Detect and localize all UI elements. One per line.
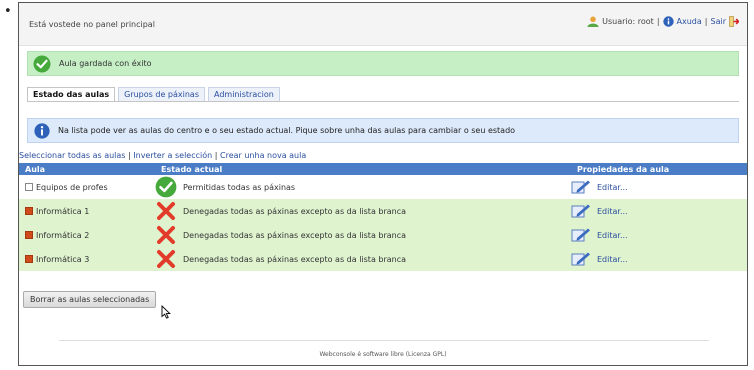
screenshot-frame: Está vostede no panel principal Usuario:… [18, 2, 748, 366]
edit-link[interactable]: Editar... [597, 183, 628, 192]
info-icon [34, 122, 50, 139]
mouse-cursor-icon [161, 305, 171, 319]
selection-actions: Seleccionar todas as aulas | Inverter a … [19, 151, 306, 160]
column-header-propiedades: Propiedades da aula [571, 163, 747, 175]
info-text: Na lista pode ver as aulas do centro e o… [58, 126, 516, 135]
table-row[interactable]: Informática 2 Denegadas todas as páxinas… [19, 223, 747, 247]
invert-selection-link[interactable]: Inverter a selección [133, 151, 212, 160]
success-message: Aula gardada con éxito [27, 51, 739, 76]
select-all-link[interactable]: Seleccionar todas as aulas [19, 151, 125, 160]
separator: | [704, 17, 708, 26]
edit-icon[interactable] [571, 203, 591, 219]
top-header: Está vostede no panel principal Usuario:… [19, 3, 747, 46]
red-x-icon [157, 250, 175, 268]
user-icon [587, 16, 599, 27]
red-x-icon [157, 226, 175, 244]
column-header-aula: Aula [19, 163, 155, 175]
row-checkbox[interactable] [25, 231, 33, 239]
exit-icon[interactable] [729, 16, 739, 27]
exit-link[interactable]: Sair [711, 17, 727, 26]
tab-administracion[interactable]: Administracion [208, 87, 280, 101]
edit-icon[interactable] [571, 251, 591, 267]
delete-selected-button[interactable]: Borrar as aulas seleccionadas [23, 291, 157, 308]
separator: | [128, 151, 131, 160]
row-checkbox[interactable] [25, 207, 33, 215]
welcome-text: Está vostede no panel principal [29, 20, 155, 29]
tab-estado-das-aulas[interactable]: Estado das aulas [27, 87, 116, 101]
footer-divider [59, 340, 709, 341]
classrooms-table: Aula Estado actual Propiedades da aula E… [19, 163, 747, 271]
tab-grupos-de-paxinas[interactable]: Grupos de páxinas [118, 87, 205, 101]
table-row[interactable]: Informática 1 Denegadas todas as páxinas… [19, 199, 747, 223]
column-header-estado: Estado actual [155, 163, 571, 175]
classroom-name[interactable]: Equipos de profes [36, 183, 108, 192]
info-message: Na lista pode ver as aulas do centro e o… [27, 118, 739, 143]
classroom-status: Permitidas todas as páxinas [183, 182, 296, 192]
check-circle-icon [33, 55, 51, 72]
user-label: Usuario: root [602, 17, 654, 26]
edit-link[interactable]: Editar... [597, 207, 628, 216]
help-link[interactable]: Axuda [677, 17, 702, 26]
tab-divider [27, 101, 739, 102]
classroom-name[interactable]: Informática 3 [36, 255, 89, 264]
table-header-row: Aula Estado actual Propiedades da aula [19, 163, 747, 175]
new-classroom-link[interactable]: Crear unha nova aula [220, 151, 306, 160]
list-bullet: • [4, 4, 12, 19]
help-icon[interactable] [662, 16, 674, 27]
tab-bar: Estado das aulas Grupos de páxinas Admin… [27, 87, 283, 101]
footer-text: Webconsole é software libre (Licenza GPL… [319, 351, 447, 358]
edit-link[interactable]: Editar... [597, 231, 628, 240]
separator: | [656, 17, 660, 26]
user-bar: Usuario: root | Axuda | Sair [587, 16, 739, 27]
success-text: Aula gardada con éxito [59, 59, 152, 68]
edit-icon[interactable] [571, 179, 591, 195]
classroom-status: Denegadas todas as páxinas excepto as da… [183, 206, 407, 216]
classroom-name[interactable]: Informática 2 [36, 231, 89, 240]
edit-icon[interactable] [571, 227, 591, 243]
red-x-icon [157, 202, 175, 220]
table-row[interactable]: Informática 3 Denegadas todas as páxinas… [19, 247, 747, 271]
row-checkbox[interactable] [25, 255, 33, 263]
separator: | [214, 151, 218, 160]
edit-link[interactable]: Editar... [597, 255, 628, 264]
row-checkbox[interactable] [25, 183, 33, 191]
check-circle-icon [155, 176, 177, 198]
classroom-name[interactable]: Informática 1 [36, 207, 89, 216]
classroom-status: Denegadas todas as páxinas excepto as da… [183, 254, 407, 264]
classroom-status: Denegadas todas as páxinas excepto as da… [183, 230, 407, 240]
table-row[interactable]: Equipos de profes Permitidas todas as pá… [19, 175, 747, 199]
